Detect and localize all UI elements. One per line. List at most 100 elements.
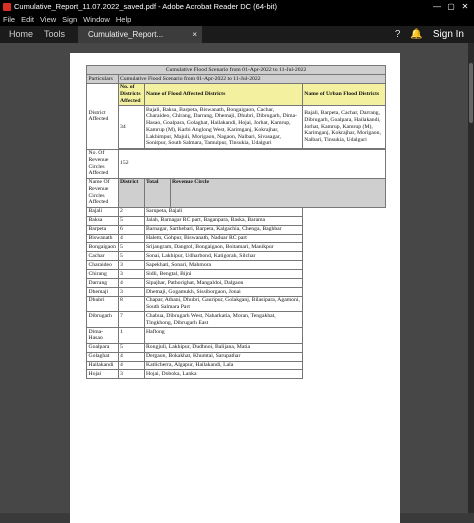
- rc-total: 1: [117, 327, 145, 344]
- table-row: Bajali 2 Sarupeta, Bajali: [86, 206, 386, 217]
- hdr-flood-districts: Name of Flood Affected Districts: [143, 82, 303, 107]
- rc-district: Goalpara: [86, 342, 119, 353]
- rc-hdr-total: Total: [143, 177, 171, 208]
- rc-circles: Dhemaji, Gogamukh, Sissiborgaon, Jonai: [143, 286, 303, 297]
- table-row: Goalpara 5 Rongjuli, Lakhipur, Dudhnoi, Ba…: [86, 342, 386, 353]
- hdr-urban-districts: Name of Urban Flood Districts: [301, 82, 387, 107]
- rc-circles: Katlicherra, Algapur, Hailakandi, Lala: [143, 360, 303, 371]
- rc-circles: Sonai, Lakhipur, Udharbond, Katigorah, S…: [143, 251, 303, 262]
- rc-district: Darrang: [86, 278, 119, 288]
- rc-total: 5: [117, 342, 145, 353]
- tab-tools[interactable]: Tools: [44, 26, 65, 43]
- rc-circles: Dergaon, Bokakhat, Khumtai, Sarupathar: [143, 351, 303, 362]
- rc-circles: Sipajhar, Pathorighat, Mangaldoi, Dalgao…: [143, 278, 303, 288]
- revenue-circles-label: No. Of Revenue Circles Affected: [86, 148, 119, 179]
- rc-circles: Chapar, Athani, Dhubri, Gauripur, Golakg…: [143, 295, 303, 313]
- rc-total: 2: [117, 206, 145, 217]
- acrobat-icon: [3, 3, 11, 11]
- notification-bell-icon[interactable]: 🔔: [410, 26, 422, 43]
- particulars-label: Particulars: [86, 73, 119, 84]
- report-title: Cumulative Flood Scenario from 01-Apr-20…: [86, 65, 386, 75]
- particulars-value: Cumulative Flood Scenario from 01-Apr-20…: [117, 73, 386, 84]
- menu-help[interactable]: Help: [113, 14, 134, 26]
- pdf-page: Cumulative Flood Scenario from 01-Apr-20…: [70, 53, 400, 523]
- rc-district: Baksa: [86, 215, 119, 226]
- rc-circles: Sidli, Bengtal, Bijni: [143, 269, 303, 280]
- rc-circles: Jalah, Barnagar RC part, Baganpara, Bask…: [143, 215, 303, 226]
- menu-view[interactable]: View: [37, 14, 59, 26]
- rc-total: 3: [117, 260, 145, 271]
- urban-districts-list: Bajali, Barpeta, Cachar, Darrang, Dibrug…: [301, 105, 387, 149]
- rc-total: 5: [117, 215, 145, 226]
- rc-total: 3: [117, 286, 145, 297]
- sign-in-button[interactable]: Sign In: [433, 26, 464, 43]
- rc-total: 4: [117, 360, 145, 371]
- rc-circles: Barnagar, Sarthebari, Barpeta, Kalgachia…: [143, 224, 303, 235]
- rc-district: Golaghat: [86, 351, 119, 362]
- rc-total: 7: [117, 311, 145, 329]
- document-viewer[interactable]: Cumulative Flood Scenario from 01-Apr-20…: [0, 43, 474, 523]
- app-toolbar: Home Tools Cumulative_Report... × ? 🔔 Si…: [0, 26, 474, 43]
- title-bar: Cumulative_Report_11.07.2022_saved.pdf -…: [0, 0, 474, 14]
- table-row: Chirang 3 Sidli, Bengtal, Bijni: [86, 269, 386, 280]
- table-row: Darrang 4 Sipajhar, Pathorighat, Mangaldoi…: [86, 278, 386, 288]
- menu-sign[interactable]: Sign: [59, 14, 80, 26]
- rc-hdr-circle: Revenue Circle: [169, 177, 386, 208]
- rc-district: Dibrugarh: [86, 311, 119, 329]
- table-row: Cachar 5 Sonai, Lakhipur, Udharbond, Katig…: [86, 251, 386, 262]
- rc-district: Bongaigaon: [86, 242, 119, 253]
- rc-total: 5: [117, 242, 145, 253]
- scrollbar-thumb[interactable]: [469, 63, 473, 123]
- rc-circles: Chabua, Dibrugarh West, Naharkatia, Mora…: [143, 311, 303, 329]
- table-row: Dima-Hasao 1 Haflong: [86, 327, 386, 344]
- tab-document[interactable]: Cumulative_Report... ×: [78, 26, 202, 43]
- rc-circles: Srijangram, Dangtol, Bongaigaon, Boitama…: [143, 242, 303, 253]
- rc-total: 4: [117, 233, 145, 244]
- table-row: Hojai 3 Hojai, Doboka, Lanka: [86, 369, 386, 380]
- rc-total: 3: [117, 369, 145, 380]
- rc-total: 6: [117, 224, 145, 235]
- close-button[interactable]: ✕: [458, 0, 472, 14]
- rc-district: Dhubri: [86, 295, 119, 313]
- district-count: 34: [117, 105, 145, 149]
- table-row: Dhemaji 3 Dhemaji, Gogamukh, Sissiborgaon,…: [86, 286, 386, 297]
- menu-edit[interactable]: Edit: [18, 14, 37, 26]
- rc-district: Dima-Hasao: [86, 327, 119, 344]
- rc-district: Dhemaji: [86, 286, 119, 297]
- rc-district: Hojai: [86, 369, 119, 380]
- help-icon[interactable]: ?: [395, 26, 401, 43]
- rc-total: 4: [117, 351, 145, 362]
- rc-names-label: Name Of Revenue Circles Affected: [86, 177, 119, 208]
- minimize-button[interactable]: —: [430, 0, 444, 14]
- table-row: Dhubri 8 Chapar, Athani, Dhubri, Gauripur,…: [86, 295, 386, 313]
- menu-window[interactable]: Window: [80, 14, 113, 26]
- rc-district: Biswanath: [86, 233, 119, 244]
- rc-district: Barpeta: [86, 224, 119, 235]
- rc-total: 3: [117, 269, 145, 280]
- maximize-button[interactable]: ▢: [444, 0, 458, 14]
- table-row: Hailakandi 4 Katlicherra, Algapur, Hailaka…: [86, 360, 386, 371]
- hdr-no-districts: No. of Districts Affected: [117, 82, 145, 107]
- table-row: Biswanath 4 Halem, Gohpur, Biswanath, Nadu…: [86, 233, 386, 244]
- rc-circles: Halem, Gohpur, Biswanath, Naduar RC part: [143, 233, 303, 244]
- table-row: Barpeta 6 Barnagar, Sarthebari, Barpeta, K…: [86, 224, 386, 235]
- rc-district: Bajali: [86, 206, 119, 217]
- rc-total: 5: [117, 251, 145, 262]
- table-row: Bongaigaon 5 Srijangram, Dangtol, Bongaiga…: [86, 242, 386, 253]
- rc-circles: Sarupeta, Bajali: [143, 206, 303, 217]
- rc-circles: Hojai, Doboka, Lanka: [143, 369, 303, 380]
- tab-home[interactable]: Home: [9, 26, 33, 43]
- rc-circles: Rongjuli, Lakhipur, Dudhnoi, Balijana, M…: [143, 342, 303, 353]
- close-tab-icon[interactable]: ×: [192, 26, 197, 43]
- revenue-circles-count: 152: [117, 148, 386, 179]
- rc-total: 8: [117, 295, 145, 313]
- window-title: Cumulative_Report_11.07.2022_saved.pdf -…: [14, 2, 277, 11]
- vertical-scrollbar[interactable]: [468, 43, 474, 513]
- menu-bar: File Edit View Sign Window Help: [0, 14, 474, 26]
- table-row: Baksa 5 Jalah, Barnagar RC part, Baganpara…: [86, 215, 386, 226]
- rc-district: Chirang: [86, 269, 119, 280]
- flood-report-table: Cumulative Flood Scenario from 01-Apr-20…: [86, 65, 387, 380]
- rc-total: 4: [117, 278, 145, 288]
- flood-districts-list: Bajali, Baksa, Barpeta, Biswanath, Bonga…: [143, 105, 303, 149]
- menu-file[interactable]: File: [0, 14, 18, 26]
